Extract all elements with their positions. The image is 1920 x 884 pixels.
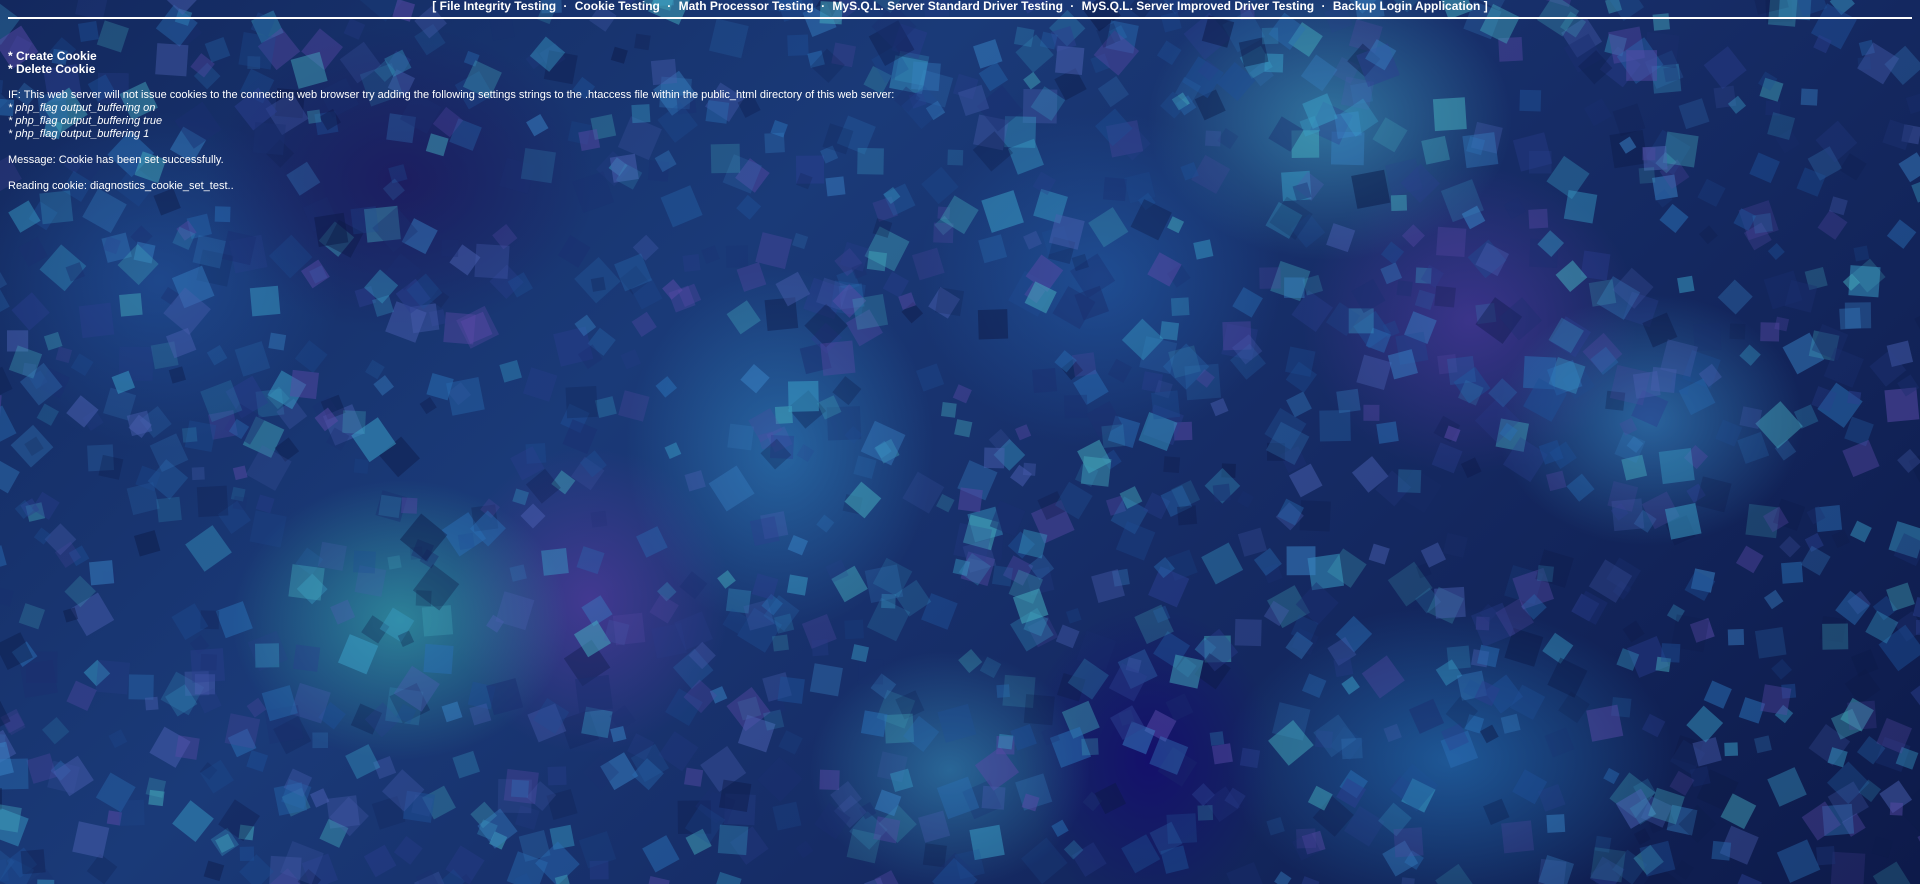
main-content: * Create Cookie * Delete Cookie IF: This… [8, 50, 894, 193]
nav-separator: · [1070, 0, 1075, 13]
nav-separator: · [821, 0, 826, 13]
nav-separator: · [563, 0, 568, 13]
nav-close-bracket: ] [1483, 0, 1488, 13]
cookie-actions: * Create Cookie * Delete Cookie [8, 50, 894, 76]
nav-math-processor-testing[interactable]: Math Processor Testing [679, 0, 814, 13]
nav-mysql-improved-driver-testing[interactable]: MyS.Q.L. Server Improved Driver Testing [1082, 0, 1315, 13]
htaccess-setting-line: * php_flag output_buffering on [8, 102, 156, 114]
htaccess-setting-line: * php_flag output_buffering true [8, 115, 163, 127]
nav-separator: · [1321, 0, 1326, 13]
nav-open-bracket: [ [432, 0, 437, 13]
create-cookie-link[interactable]: * Create Cookie [8, 50, 894, 63]
nav-backup-login-application[interactable]: Backup Login Application [1333, 0, 1481, 13]
reading-cookie-status: Reading cookie: diagnostics_cookie_set_t… [8, 180, 234, 192]
top-navigation: [ File Integrity Testing · Cookie Testin… [0, 0, 1920, 17]
nav-file-integrity-testing[interactable]: File Integrity Testing [440, 0, 556, 13]
htaccess-notice: IF: This web server will not issue cooki… [8, 89, 895, 101]
nav-cookie-testing[interactable]: Cookie Testing [575, 0, 660, 13]
nav-separator: · [667, 0, 672, 13]
nav-mysql-standard-driver-testing[interactable]: MyS.Q.L. Server Standard Driver Testing [832, 0, 1063, 13]
htaccess-setting-line: * php_flag output_buffering 1 [8, 128, 150, 140]
header-divider [8, 17, 1912, 19]
status-message: Message: Cookie has been set successfull… [8, 154, 224, 166]
delete-cookie-link[interactable]: * Delete Cookie [8, 63, 894, 76]
